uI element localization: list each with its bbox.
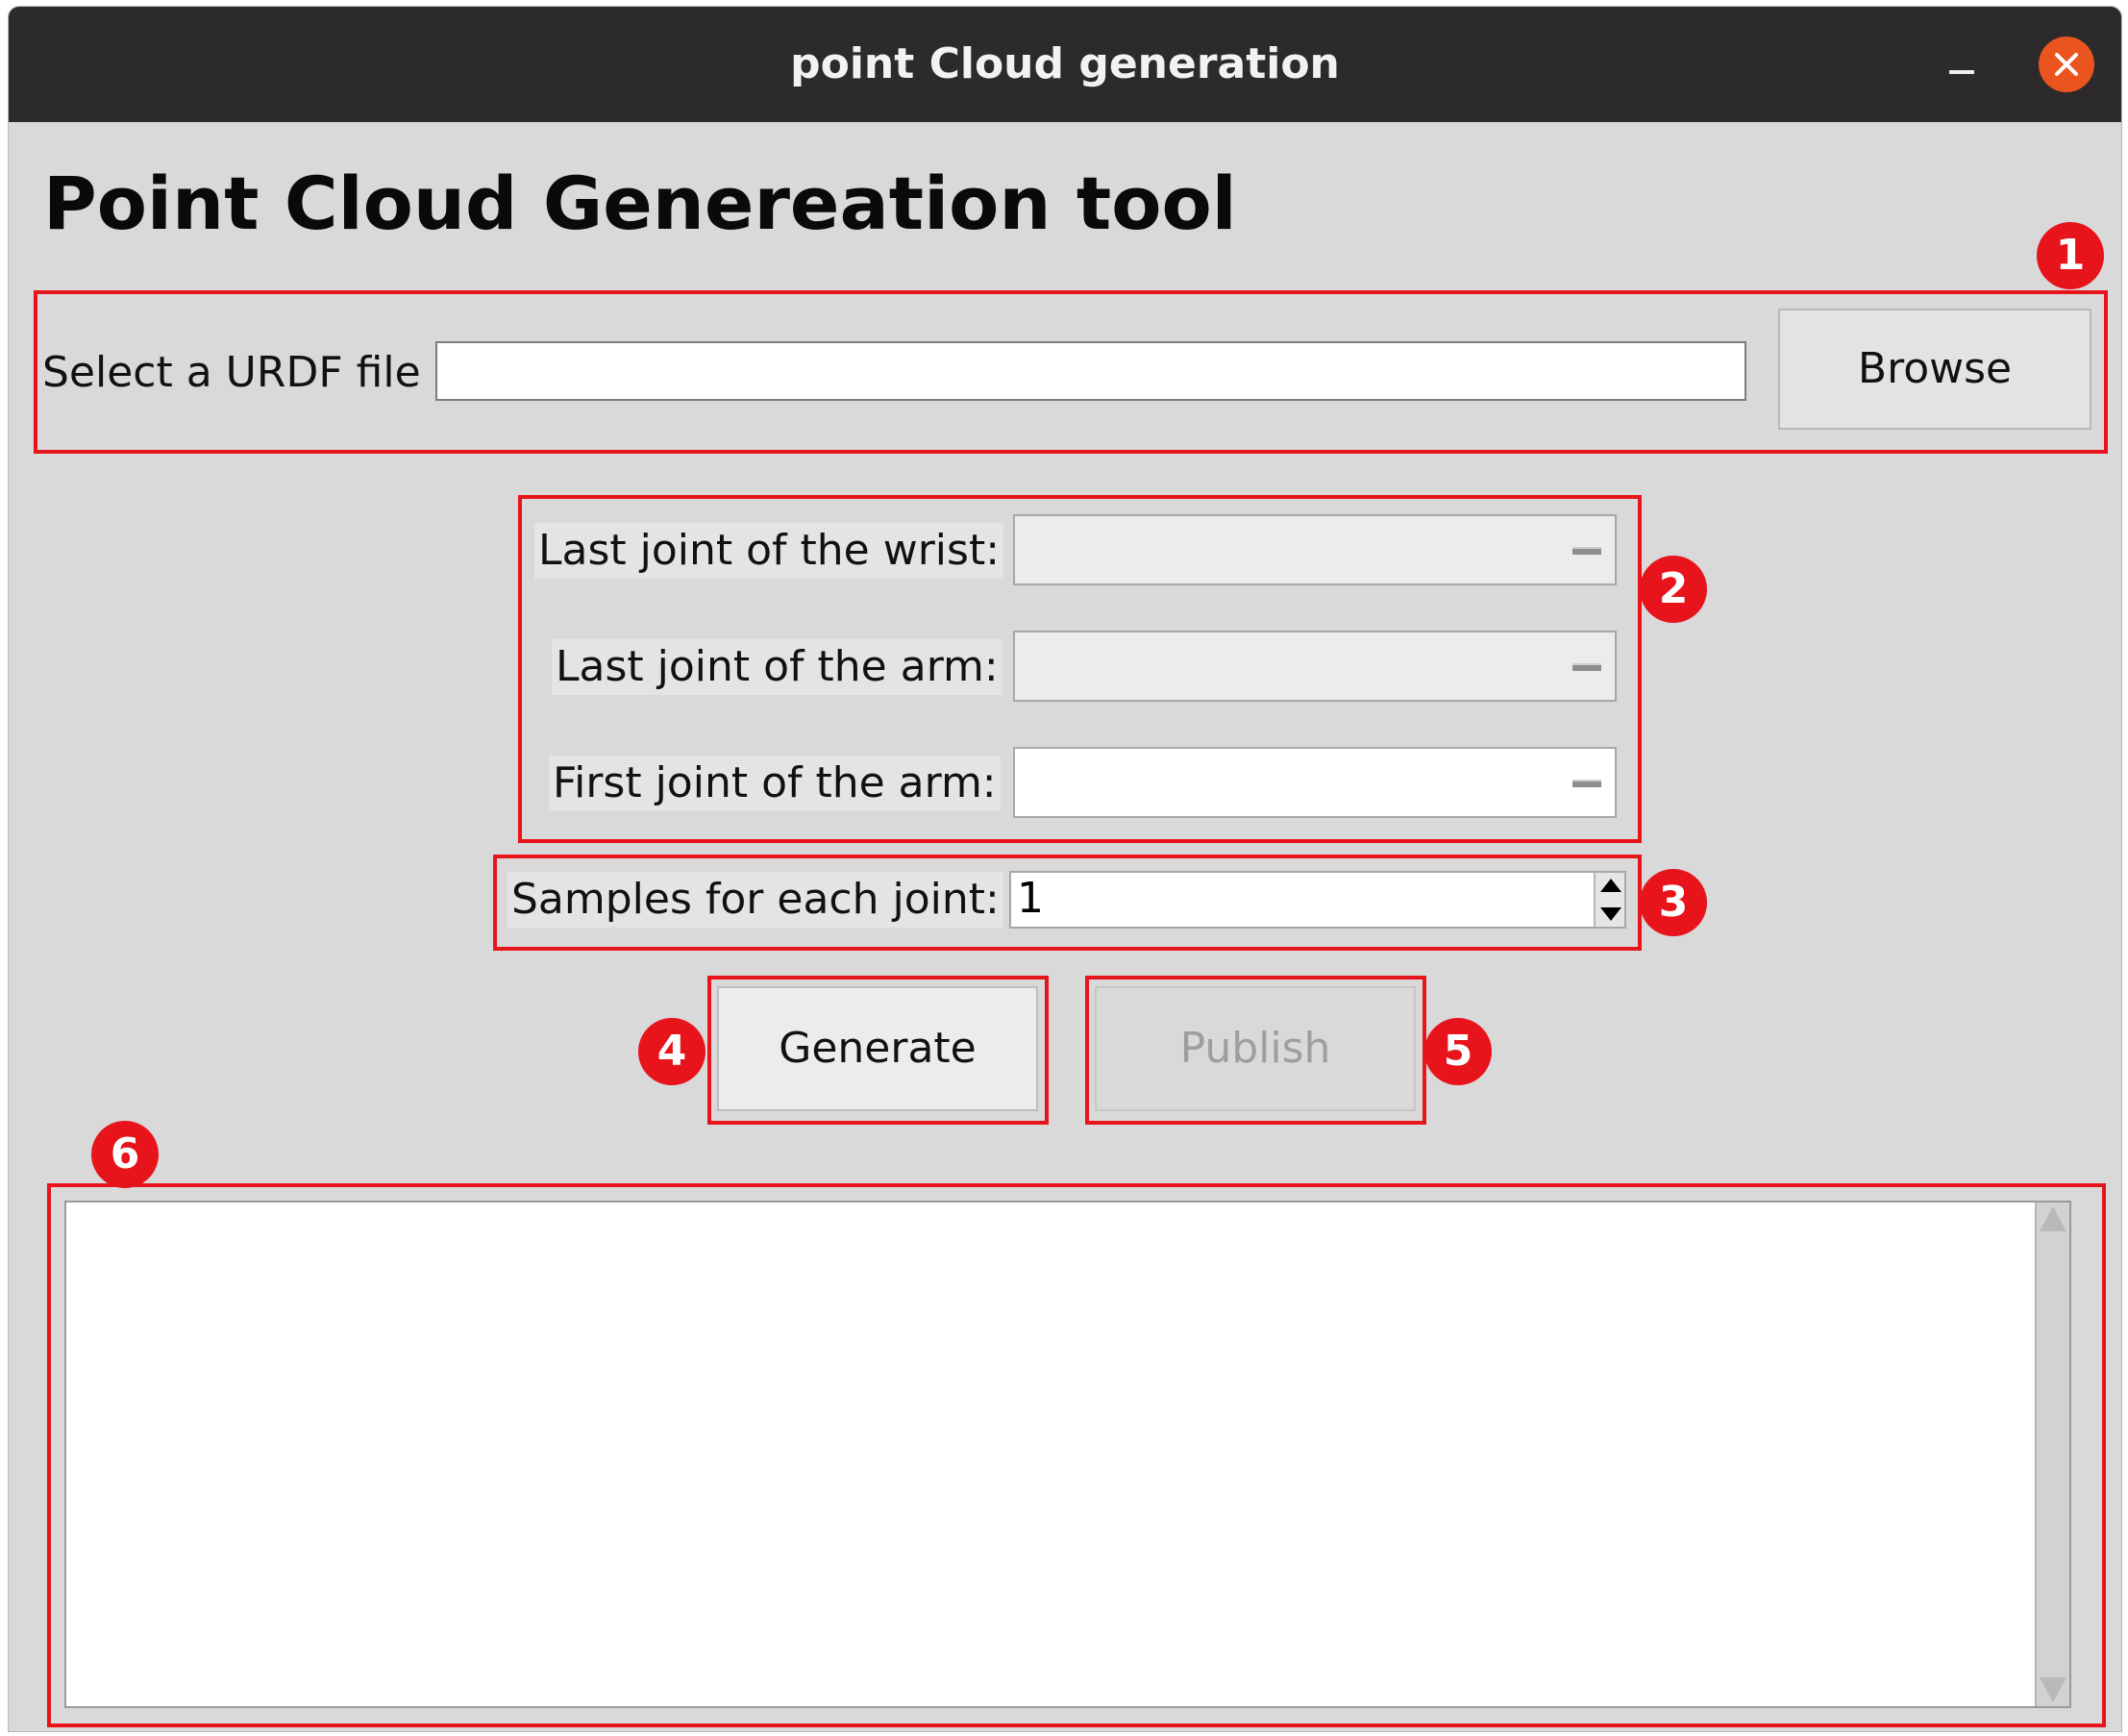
annotation-box-3 xyxy=(493,855,1642,951)
annotation-badge-4: 4 xyxy=(638,1018,705,1085)
annotation-box-2 xyxy=(518,495,1642,843)
annotation-box-5 xyxy=(1085,976,1426,1125)
annotation-badge-3: 3 xyxy=(1640,869,1707,936)
annotation-badge-5: 5 xyxy=(1424,1018,1492,1085)
close-button[interactable] xyxy=(2039,37,2094,92)
window-title: point Cloud generation xyxy=(790,39,1340,88)
page-title: Point Cloud Genereation tool xyxy=(43,161,1237,246)
app-window: point Cloud generation Point Cloud Gener… xyxy=(8,6,2122,1732)
close-icon xyxy=(2055,53,2078,76)
annotation-box-1 xyxy=(34,290,2108,454)
title-bar: point Cloud generation xyxy=(9,7,2121,122)
annotation-badge-1: 1 xyxy=(2037,222,2104,289)
annotation-box-6 xyxy=(47,1183,2106,1727)
annotation-badge-6: 6 xyxy=(91,1121,159,1188)
minimize-button[interactable] xyxy=(1949,70,1974,74)
annotation-badge-2: 2 xyxy=(1640,556,1707,623)
annotation-box-4 xyxy=(707,976,1049,1125)
